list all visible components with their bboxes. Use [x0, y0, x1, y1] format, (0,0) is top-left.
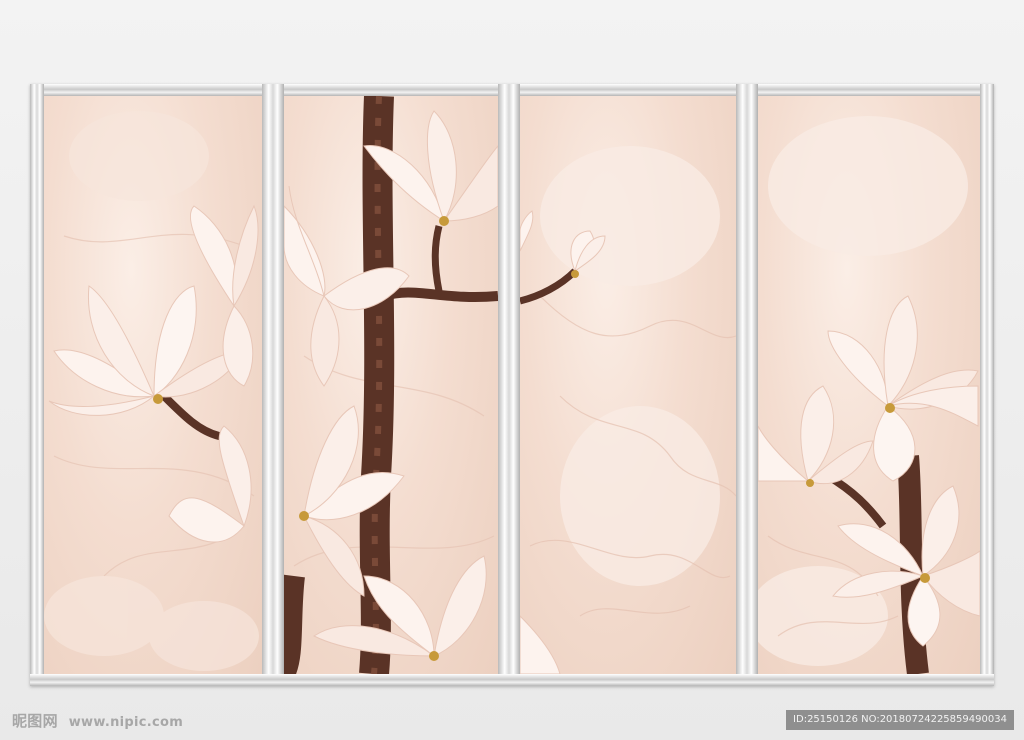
watermark-url: www.nipic.com: [68, 715, 184, 730]
mural-frame: [30, 84, 994, 686]
frame-divider-3: [736, 84, 758, 686]
frame-divider-2: [498, 84, 520, 686]
magnolia-panel-1-art: [44, 111, 259, 671]
watermark-id-badge: ID:25150126 NO:20180724225859490034: [786, 710, 1014, 730]
mural-panel-1: [44, 96, 262, 674]
frame-edge-left: [30, 84, 44, 686]
mural-panel-3: [520, 96, 736, 674]
magnolia-panel-2-art: [284, 96, 498, 674]
magnolia-flower-3: [168, 425, 252, 543]
magnolia-flower-9: [758, 385, 874, 487]
magnolia-petal-edge: [520, 615, 561, 674]
frame-edge-right: [980, 84, 994, 686]
magnolia-flower-2: [189, 204, 259, 387]
mural-panel-2: [284, 96, 498, 674]
magnolia-flower-1: [48, 285, 245, 416]
mural-panel-4: [758, 96, 980, 674]
magnolia-bud-2: [520, 210, 534, 252]
magnolia-panel-3-art: [520, 146, 736, 674]
magnolia-panel-4-art: [758, 116, 980, 674]
frame-divider-1: [262, 84, 284, 686]
watermark-brand: 昵图网: [12, 712, 58, 730]
frame-bottom-rail: [30, 674, 994, 686]
watermark-site: 昵图网 www.nipic.com: [12, 710, 183, 731]
